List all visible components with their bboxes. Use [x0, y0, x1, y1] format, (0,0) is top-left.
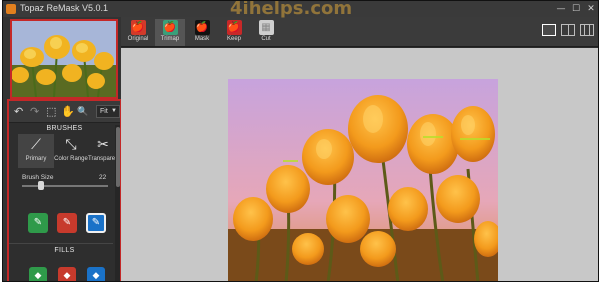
- chevron-down-icon: ▼: [111, 108, 117, 114]
- watermark: 4ihelps.com: [230, 0, 353, 19]
- redo-icon[interactable]: ↷: [30, 106, 39, 118]
- tab-label: Original: [127, 36, 149, 42]
- compute-brush-button[interactable]: ✎: [86, 213, 106, 233]
- single-view-button[interactable]: [542, 24, 556, 36]
- checkerboard-icon: ▦: [258, 20, 274, 35]
- apple-icon: 🍎: [194, 20, 210, 35]
- split-view-button[interactable]: [561, 24, 575, 36]
- brush-size-label: Brush Size: [22, 174, 54, 181]
- split-line: [589, 25, 590, 35]
- divider: [9, 243, 113, 244]
- thumbnail-image: [12, 21, 116, 97]
- brush-label: Primary: [25, 156, 47, 162]
- brush-size-slider-thumb[interactable]: [37, 181, 44, 190]
- apple-icon: 🍎: [130, 20, 146, 35]
- brushes-heading: BRUSHES: [46, 125, 83, 132]
- tool-row: ↶ ↷ ⬚ ✋ 🔍 Fit ▼: [9, 101, 120, 123]
- zoom-select[interactable]: Fit ▼: [96, 105, 120, 118]
- split-line: [568, 25, 569, 35]
- navigator-thumbnail[interactable]: [10, 19, 118, 99]
- window-title: Topaz ReMask V5.0.1: [20, 3, 109, 13]
- keep-fill-button[interactable]: ◆: [29, 267, 47, 281]
- split-line: [584, 25, 585, 35]
- brush-transparency[interactable]: ✂ Transparency: [88, 134, 122, 168]
- transparency-brush-icon: ✂: [97, 137, 109, 153]
- brush-size-value: 22: [99, 174, 107, 181]
- tulip-photo[interactable]: [228, 79, 498, 281]
- tab-label: Cut: [261, 36, 271, 42]
- left-panel: ↶ ↷ ⬚ ✋ 🔍 Fit ▼ BRUSHES ⟋ Primary ⤡ Colo…: [3, 17, 122, 281]
- undo-icon[interactable]: ↶: [14, 106, 23, 118]
- tab-keep[interactable]: 🍎 Keep: [219, 19, 249, 46]
- minimize-button[interactable]: —: [554, 3, 568, 15]
- brush-color-range[interactable]: ⤡ Color Range: [53, 134, 89, 168]
- tools-panel: ↶ ↷ ⬚ ✋ 🔍 Fit ▼ BRUSHES ⟋ Primary ⤡ Colo…: [7, 99, 122, 281]
- tab-original[interactable]: 🍎 Original: [123, 19, 153, 46]
- tab-trimap[interactable]: 🍎 Trimap: [155, 19, 185, 46]
- brush-label: Transparency: [88, 156, 122, 162]
- tulip-image: [228, 79, 498, 281]
- zoom-value: Fit: [100, 108, 108, 115]
- tab-label: Mask: [194, 36, 210, 42]
- maximize-button[interactable]: ☐: [569, 3, 583, 15]
- close-button[interactable]: ✕: [584, 3, 598, 15]
- hand-tool-icon[interactable]: ✋: [61, 106, 75, 118]
- apple-icon: 🍎: [226, 20, 242, 35]
- cut-brush-button[interactable]: ✎: [57, 213, 77, 233]
- keep-brush-button[interactable]: ✎: [28, 213, 48, 233]
- selection-tool-icon[interactable]: ⬚: [46, 106, 56, 118]
- tab-cut[interactable]: ▦ Cut: [251, 19, 281, 46]
- tab-mask[interactable]: 🍎 Mask: [187, 19, 217, 46]
- app-logo-icon: [6, 4, 16, 14]
- apple-icon: 🍎: [162, 20, 178, 35]
- primary-brush-icon: ⟋: [31, 137, 41, 153]
- cut-fill-button[interactable]: ◆: [58, 267, 76, 281]
- image-canvas[interactable]: [121, 48, 598, 281]
- compute-fill-button[interactable]: ◆: [87, 267, 105, 281]
- tab-label: Trimap: [160, 36, 180, 42]
- color-range-brush-icon: ⤡: [65, 137, 77, 153]
- brush-size-slider[interactable]: [22, 185, 108, 187]
- fills-heading: FILLS: [54, 247, 75, 254]
- tab-label: Keep: [226, 36, 241, 42]
- view-toolbar: 🍎 Original 🍎 Trimap 🍎 Mask 🍎 Keep ▦ Cut: [121, 17, 598, 47]
- app-window: Topaz ReMask V5.0.1 — ☐ ✕ ↶ ↷ ⬚ ✋ 🔍 Fit …: [2, 0, 599, 282]
- panel-scrollbar-thumb[interactable]: [116, 127, 120, 187]
- triple-view-button[interactable]: [580, 24, 594, 36]
- brush-label: Color Range: [54, 156, 88, 162]
- brush-primary[interactable]: ⟋ Primary: [18, 134, 54, 168]
- zoom-tool-icon[interactable]: 🔍: [77, 106, 88, 118]
